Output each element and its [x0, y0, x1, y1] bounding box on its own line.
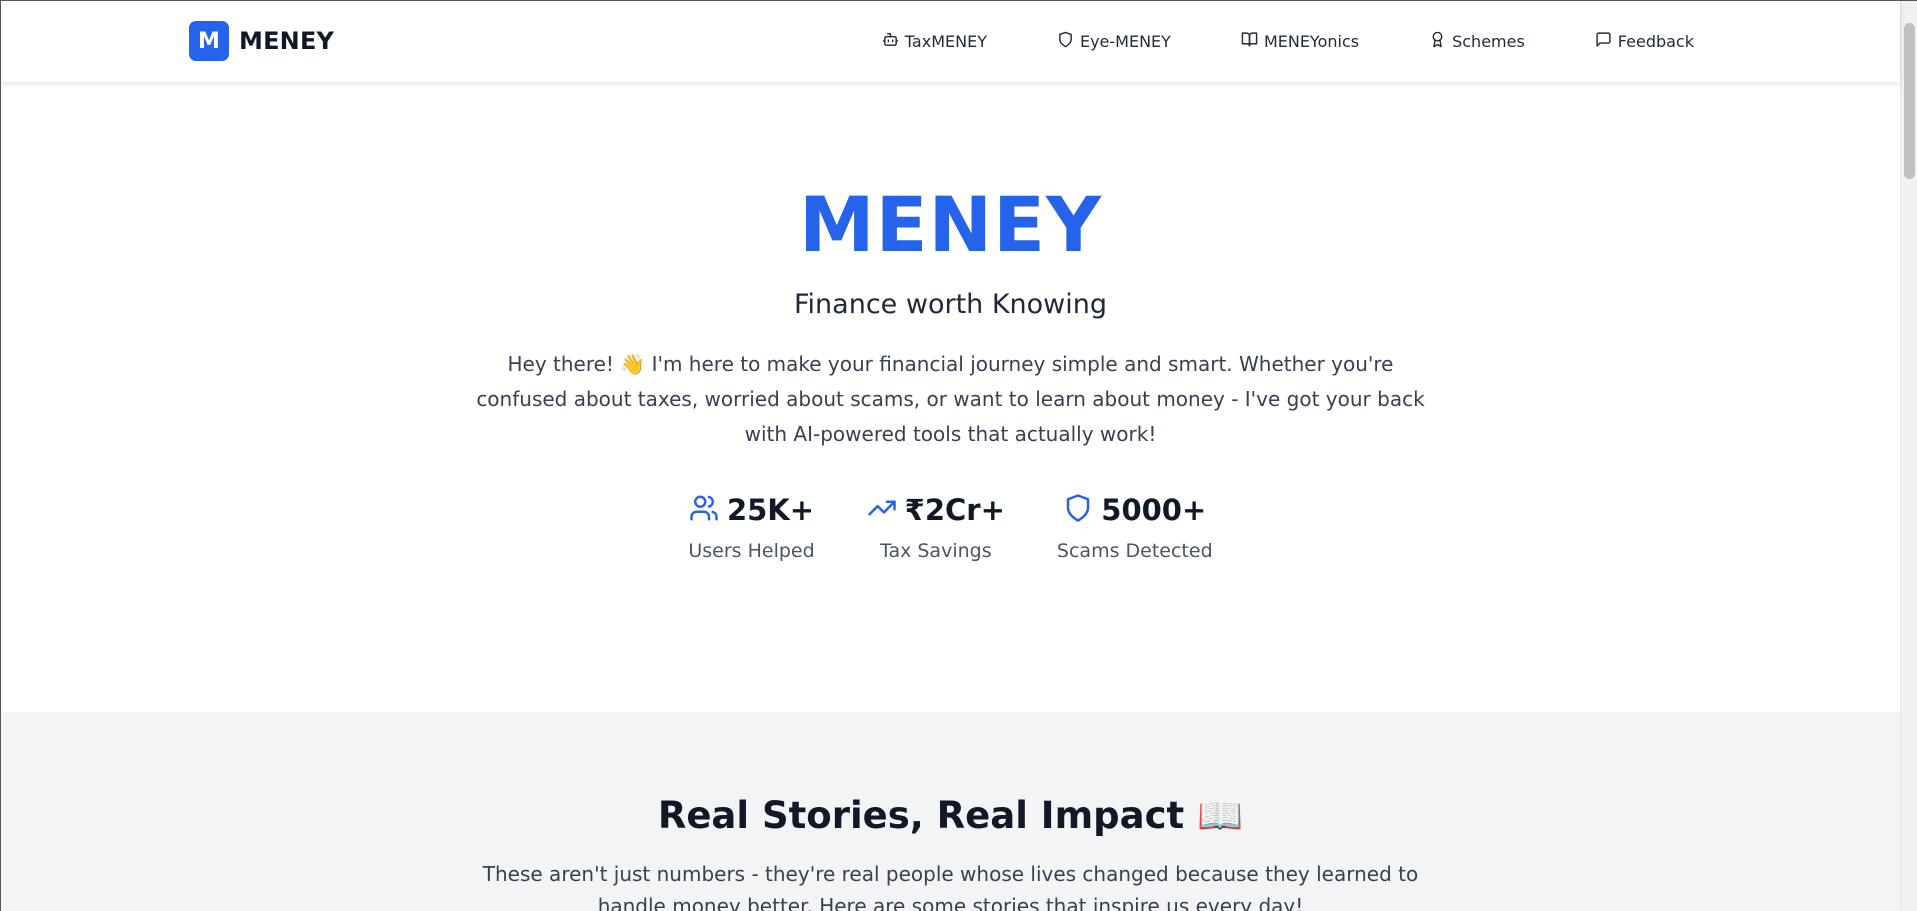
stat-label: Users Helped [688, 540, 815, 562]
stories-section: Real Stories, Real Impact 📖 These aren't… [1, 712, 1900, 911]
hero-description: Hey there! 👋 I'm here to make your finan… [476, 352, 1425, 446]
hero-title: MENEY [798, 180, 1103, 269]
nav-item-feedback[interactable]: Feedback [1595, 31, 1694, 52]
message-square-icon [1595, 31, 1612, 52]
award-icon [1429, 31, 1446, 52]
stat-value: 25K+ [726, 493, 815, 527]
nav-item-eye-meney[interactable]: Eye-MENEY [1057, 31, 1171, 52]
stat-label: Tax Savings [879, 540, 992, 562]
page-viewport: M MENEY TaxMENEY Eye-MENEY MENEYonics Sc… [0, 0, 1917, 911]
nav-item-label: Feedback [1617, 32, 1694, 51]
stat-scams-detected: 5000+ Scams Detected [1057, 490, 1213, 562]
nav-item-taxmeney[interactable]: TaxMENEY [882, 31, 987, 52]
bot-icon [882, 31, 899, 52]
page-scrollbar[interactable] [1900, 1, 1917, 911]
shield-icon [1063, 493, 1093, 527]
nav-links: TaxMENEY Eye-MENEY MENEYonics Schemes Fe… [882, 1, 1694, 82]
stat-tax-savings: ₹2Cr+ Tax Savings [867, 490, 1005, 562]
nav-item-label: MENEYonics [1263, 32, 1360, 51]
trending-up-icon [867, 493, 897, 527]
stories-title: Real Stories, Real Impact 📖 [657, 794, 1244, 837]
nav-item-label: Eye-MENEY [1079, 32, 1171, 51]
hero-subtitle: Finance worth Knowing [793, 289, 1108, 320]
scrollbar-thumb[interactable] [1904, 23, 1915, 179]
stat-users-helped: 25K+ Users Helped [688, 490, 814, 562]
stats-row: 25K+ Users Helped ₹2Cr+ Tax Savings 5000… [1, 490, 1900, 562]
brand-home-link[interactable]: M MENEY [189, 21, 334, 61]
nav-item-schemes[interactable]: Schemes [1429, 31, 1525, 52]
top-navbar: M MENEY TaxMENEY Eye-MENEY MENEYonics Sc… [1, 1, 1900, 82]
users-icon [689, 493, 719, 527]
brand-name: MENEY [239, 27, 335, 55]
stories-description: These aren't just numbers - they're real… [482, 862, 1419, 911]
book-open-icon [1241, 31, 1258, 52]
brand-logo-icon: M [189, 21, 229, 61]
hero-section: MENEY Finance worth Knowing Hey there! 👋… [1, 82, 1900, 712]
nav-item-label: Schemes [1452, 32, 1525, 51]
shield-icon [1057, 31, 1074, 52]
stat-value: 5000+ [1101, 493, 1207, 527]
nav-item-label: TaxMENEY [904, 32, 987, 51]
stat-label: Scams Detected [1056, 540, 1213, 562]
stat-value: ₹2Cr+ [904, 493, 1005, 527]
nav-item-meneyonics[interactable]: MENEYonics [1241, 31, 1359, 52]
